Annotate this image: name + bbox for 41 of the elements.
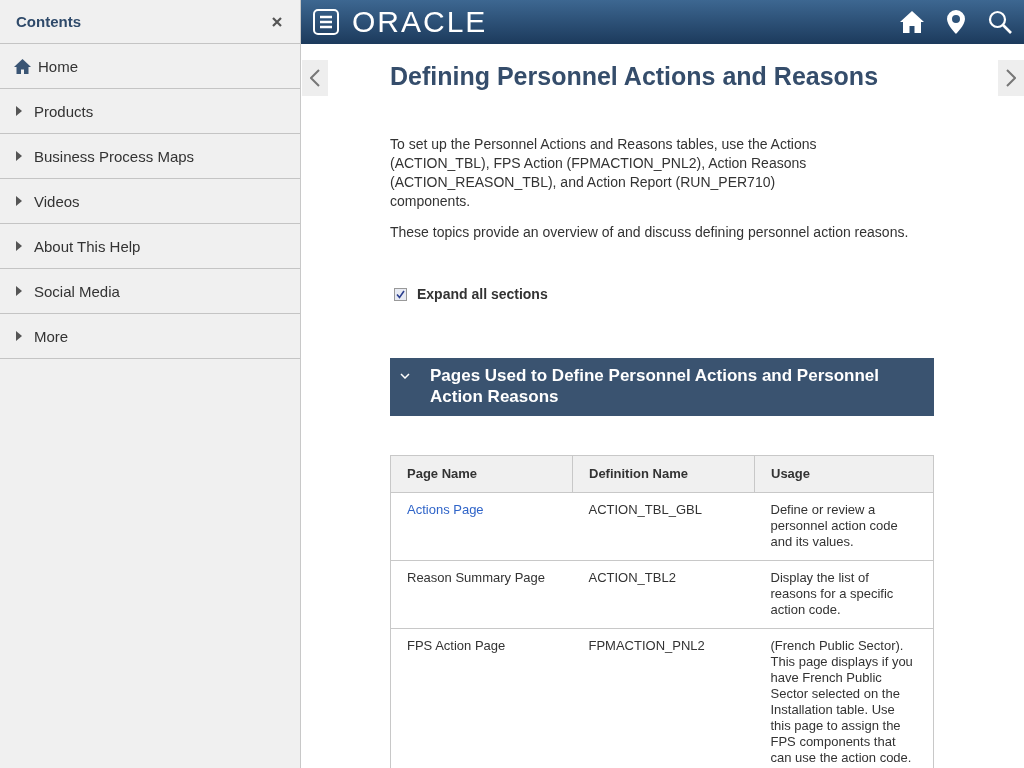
table-cell: Display the list of reasons for a specific action code.: [754, 560, 934, 629]
caret-icon: [16, 106, 22, 116]
menu-button[interactable]: [313, 9, 339, 35]
table-cell: FPMACTION_PNL2: [572, 628, 755, 768]
page-link[interactable]: Actions Page: [407, 502, 484, 517]
column-header: Page Name: [390, 455, 573, 493]
table-cell: ACTION_TBL2: [572, 560, 755, 629]
sidebar-item[interactable]: About This Help: [0, 224, 300, 269]
home-icon: [14, 58, 31, 74]
logo[interactable]: ORACLE: [352, 5, 488, 39]
table-cell: Define or review a personnel action code and its values.: [754, 492, 934, 561]
caret-icon: [16, 241, 22, 251]
chevron-right-icon: [1006, 69, 1016, 87]
sidebar-item[interactable]: More: [0, 314, 300, 359]
sidebar-item[interactable]: Products: [0, 89, 300, 134]
sidebar-item[interactable]: Business Process Maps: [0, 134, 300, 179]
caret-icon: [16, 196, 22, 206]
column-header: Usage: [754, 455, 934, 493]
table-cell: Reason Summary Page: [390, 560, 573, 629]
caret-icon: [16, 286, 22, 296]
paragraph: These topics provide an overview of and discuss defining personnel action reasons.: [390, 223, 910, 242]
chevron-left-icon: [310, 69, 320, 87]
checkbox[interactable]: [394, 287, 407, 301]
checkbox-label: Expand all sections: [417, 286, 548, 302]
sidebar-title: Contents: [16, 13, 81, 30]
paragraph: To set up the Personnel Actions and Reasons tables, use the Actions (ACTION_TBL), FPS Action (FPMACTION_PNL2), Action Reasons (ACTION_REASON_TBL), and Action Report (RUN_PER710) components.: [390, 135, 818, 211]
caret-icon: [16, 331, 22, 341]
column-header: Definition Name: [572, 455, 755, 493]
table-cell: ACTION_TBL_GBL: [572, 492, 755, 561]
previous-button[interactable]: [302, 60, 328, 96]
sidebar-item[interactable]: Home: [0, 44, 300, 89]
page-title: Defining Personnel Actions and Reasons: [390, 62, 880, 91]
home-icon[interactable]: [900, 11, 924, 33]
search-icon[interactable]: [988, 10, 1012, 34]
sidebar-item[interactable]: Social Media: [0, 269, 300, 314]
chevron-icon: [400, 373, 410, 379]
next-button[interactable]: [998, 60, 1024, 96]
sidebar-item[interactable]: Videos: [0, 179, 300, 224]
location-pin-icon[interactable]: [947, 10, 965, 34]
caret-icon: [16, 151, 22, 161]
section-header[interactable]: Pages Used to Define Personnel Actions and Personnel Action Reasons: [390, 358, 934, 416]
